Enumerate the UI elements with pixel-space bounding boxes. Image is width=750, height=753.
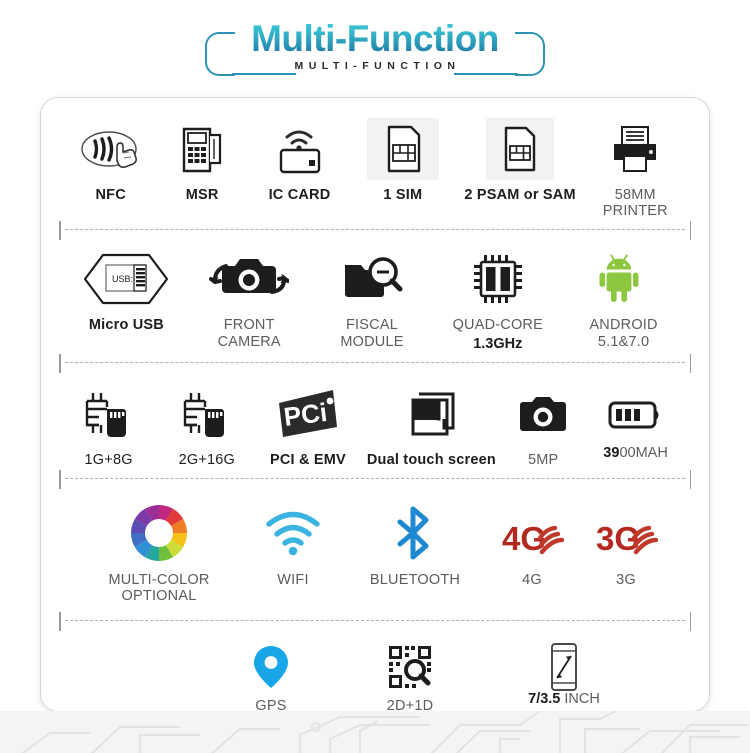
feature-label: PCI & EMV: [269, 451, 346, 468]
camera-5mp-icon: [517, 383, 569, 445]
psam-card-icon: [486, 118, 555, 180]
feature-gps[interactable]: GPS: [231, 643, 311, 714]
feature-row-1: NFC MSR IC CARD 1 SIM 2 PSAM or SAM 58MM…: [51, 104, 699, 229]
color-wheel-icon: [128, 501, 190, 565]
feature-label: BLUETOOTH: [369, 571, 461, 588]
feature-row-2: USB:Pro Micro USB FRONT CAMERA FISCAL MO…: [51, 230, 699, 361]
feature-label: 1 SIM: [383, 187, 423, 203]
gps-pin-icon: [252, 643, 290, 691]
quad-core-icon: [472, 248, 524, 310]
svg-text:PCi: PCi: [282, 397, 329, 432]
micro-usb-icon: USB:Pro: [81, 248, 171, 310]
feature-micro-usb[interactable]: USB:Pro Micro USB: [67, 248, 185, 333]
feature-label: 5MP: [527, 451, 559, 468]
feature-nfc[interactable]: NFC: [65, 118, 156, 203]
feature-label: NFC: [95, 187, 126, 203]
feature-label: 2 PSAM or SAM: [464, 187, 576, 203]
feature-bluetooth[interactable]: BLUETOOTH: [347, 501, 483, 588]
feature-label: 2G+16G: [178, 451, 236, 468]
feature-row-3: 1G+8G 2G+16G PCi PCI & EMV Dual touch sc…: [51, 363, 699, 478]
page-title: Multi-Function: [251, 17, 499, 59]
sim-card-icon: [366, 118, 439, 180]
infographic-page: Multi-Function MULTI-FUNCTION NFC MSR IC…: [0, 0, 750, 753]
feature-psam[interactable]: 2 PSAM or SAM: [454, 118, 585, 203]
feature-multi-color[interactable]: MULTI-COLOR OPTIONAL: [79, 501, 239, 604]
battery-capacity-value: 39: [603, 444, 620, 461]
qr-scan-icon: [387, 643, 433, 691]
feature-label: ANDROID 5.1&7.0: [589, 317, 658, 350]
feature-screen-size[interactable]: 7/3.5 INCH: [509, 643, 619, 707]
dual-screen-icon: [403, 383, 459, 445]
memory-1g8g-icon: [81, 383, 137, 445]
feature-label: 4G: [522, 571, 542, 588]
feature-battery[interactable]: 3900MAH: [582, 383, 689, 461]
feature-row-5: GPS 2D+1D 7/3.5 INCH: [51, 621, 699, 724]
feature-label: MSR: [185, 187, 219, 203]
screen-size-icon: [546, 643, 582, 692]
feature-memory-2g16g[interactable]: 2G+16G: [156, 383, 257, 468]
memory-2g16g-icon: [179, 383, 235, 445]
feature-quad-core[interactable]: QUAD-CORE 1.3GHz: [436, 248, 560, 352]
fiscal-module-icon: [341, 248, 403, 310]
4g-signal-icon: 4G: [500, 501, 564, 565]
battery-icon: [607, 383, 665, 445]
feature-label: 58MM PRINTER: [602, 187, 668, 220]
feature-label: 3G: [616, 571, 636, 588]
feature-printer[interactable]: 58MM PRINTER: [586, 118, 685, 219]
features-card: NFC MSR IC CARD 1 SIM 2 PSAM or SAM 58MM…: [40, 97, 710, 714]
title-block: Multi-Function MULTI-FUNCTION: [199, 17, 551, 76]
android-icon: [599, 248, 649, 310]
feature-label: IC CARD: [268, 187, 331, 203]
front-camera-icon: [209, 248, 290, 310]
feature-ic-card[interactable]: IC CARD: [248, 118, 351, 203]
pos-terminal-icon: [178, 118, 226, 180]
feature-sim[interactable]: 1 SIM: [351, 118, 454, 203]
feature-label: 7/3.5 INCH: [528, 691, 600, 707]
wifi-icon: [264, 501, 322, 565]
contactless-card-icon: [271, 118, 327, 180]
feature-front-camera[interactable]: FRONT CAMERA: [190, 248, 308, 350]
feature-label: 3900MAH: [603, 445, 668, 461]
bracket-right-decoration: [514, 31, 545, 76]
feature-label: MULTI-COLOR OPTIONAL: [108, 571, 210, 605]
feature-sublabel: 1.3GHz: [473, 335, 523, 352]
screen-size-value: 7/3.5: [528, 691, 565, 708]
circuit-pattern-decoration: [0, 711, 750, 753]
3g-signal-icon: 3G: [594, 501, 658, 565]
feature-label: QUAD-CORE: [452, 317, 543, 334]
page-subtitle: MULTI-FUNCTION: [294, 60, 461, 73]
nfc-icon: [79, 118, 143, 180]
feature-msr[interactable]: MSR: [156, 118, 247, 203]
feature-label: WIFI: [277, 571, 309, 588]
feature-label: FRONT CAMERA: [217, 317, 281, 350]
feature-memory-1g8g[interactable]: 1G+8G: [61, 383, 156, 468]
screen-size-unit: INCH: [564, 691, 600, 708]
feature-fiscal-module[interactable]: FISCAL MODULE: [313, 248, 431, 350]
bluetooth-icon: [393, 501, 437, 565]
pci-logo-icon: PCi: [275, 383, 341, 445]
feature-4g[interactable]: 4G 4G: [487, 501, 577, 588]
feature-label: 1G+8G: [84, 451, 133, 468]
bracket-line-right: [453, 72, 518, 76]
feature-row-4: MULTI-COLOR OPTIONAL WIFI BLUETOOTH 4G 4…: [51, 479, 699, 620]
battery-capacity-unit: 00MAH: [619, 444, 668, 461]
bracket-left-decoration: [205, 31, 236, 76]
feature-android[interactable]: ANDROID 5.1&7.0: [565, 248, 683, 350]
feature-3g[interactable]: 3G 3G: [581, 501, 671, 588]
page-header: Multi-Function MULTI-FUNCTION: [0, 0, 750, 92]
printer-icon: [608, 118, 662, 180]
feature-pci-emv[interactable]: PCi PCI & EMV: [257, 383, 358, 468]
feature-dual-touch-screen[interactable]: Dual touch screen: [358, 383, 504, 468]
feature-camera-5mp[interactable]: 5MP: [504, 383, 582, 468]
feature-label: FISCAL MODULE: [340, 317, 404, 350]
bracket-line-left: [232, 72, 297, 76]
feature-label: Micro USB: [88, 317, 164, 334]
feature-wifi[interactable]: WIFI: [243, 501, 343, 588]
feature-2d-1d-scanner[interactable]: 2D+1D: [365, 643, 455, 714]
feature-label: Dual touch screen: [366, 451, 496, 468]
